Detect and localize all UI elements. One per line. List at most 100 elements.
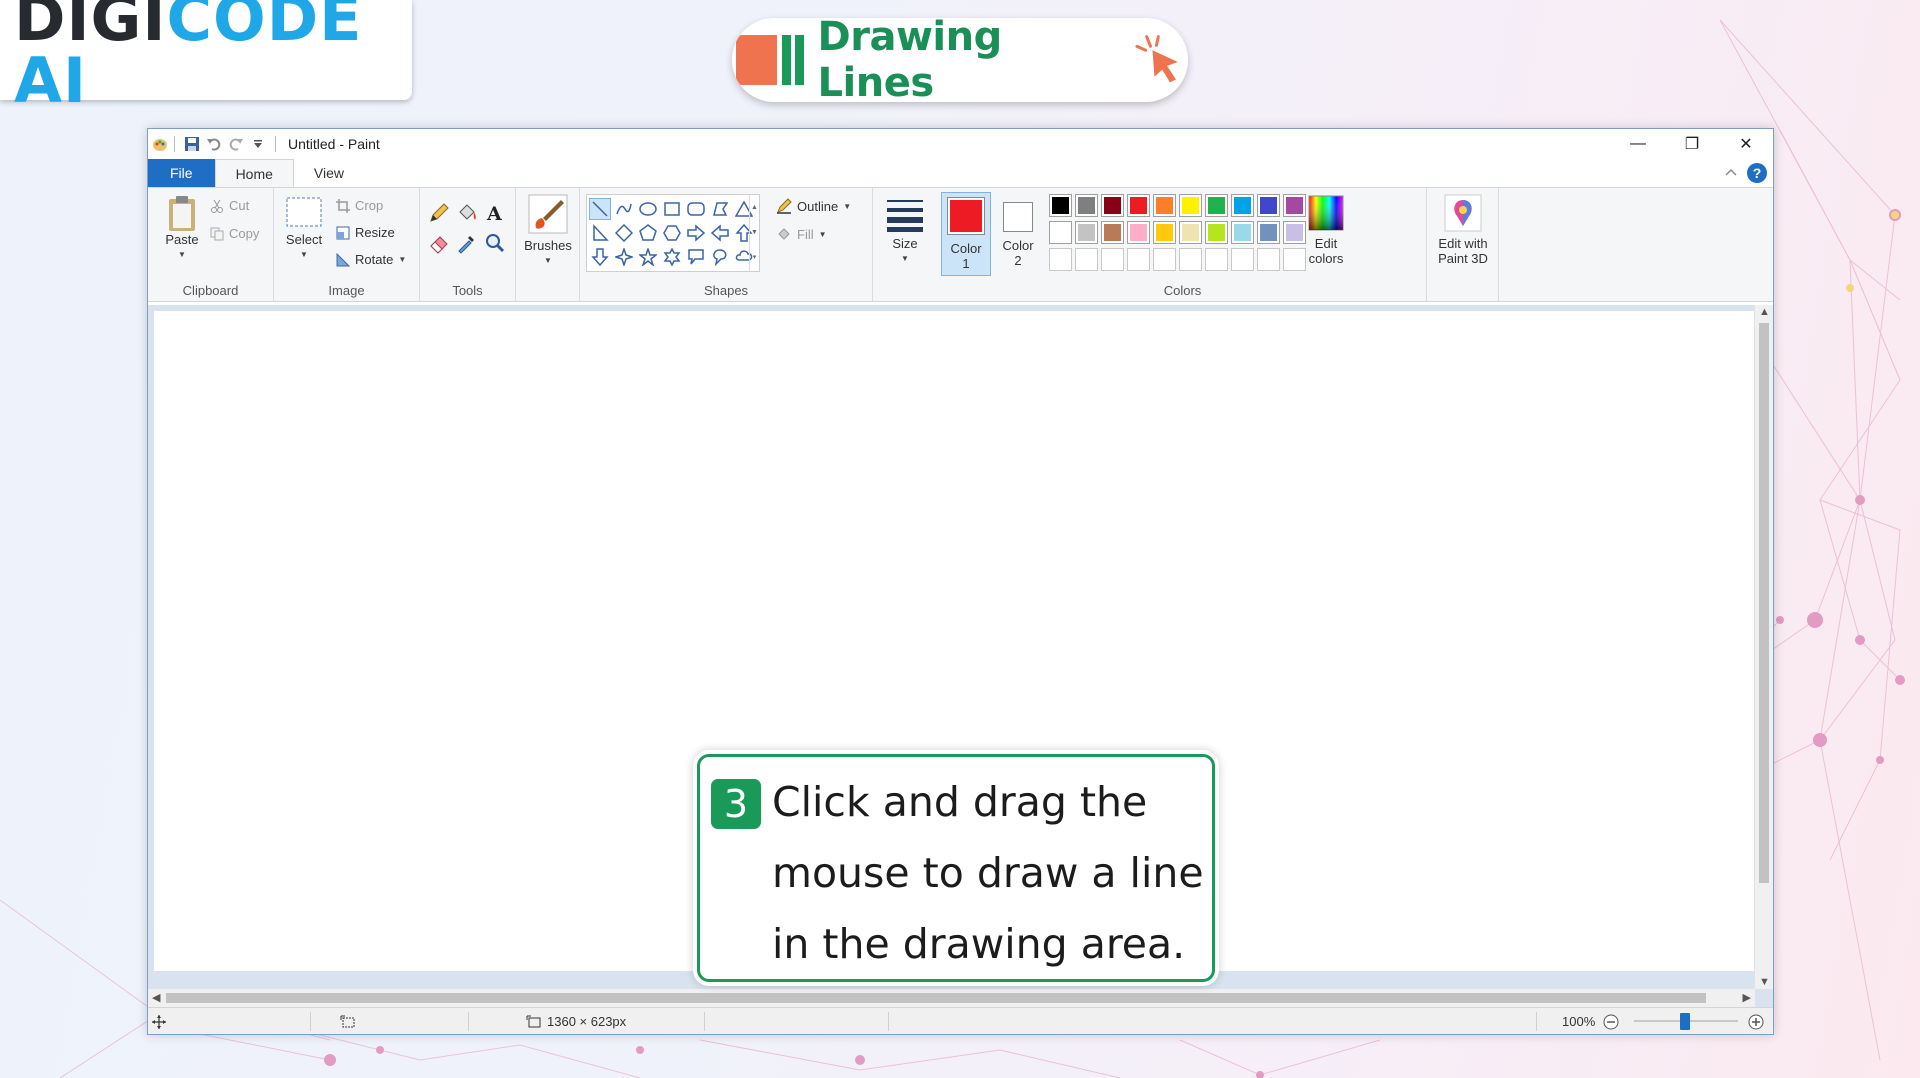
help-icon[interactable]: ? — [1747, 163, 1767, 183]
redo-icon[interactable] — [225, 134, 247, 154]
fill-bucket-icon[interactable] — [456, 202, 478, 224]
palette-color-swatch[interactable] — [1257, 248, 1280, 271]
palette-color-swatch[interactable] — [1101, 248, 1124, 271]
size-dropdown-icon[interactable]: ▼ — [901, 251, 909, 266]
palette-color-swatch[interactable] — [1049, 221, 1072, 244]
save-icon[interactable] — [181, 134, 203, 154]
palette-color-swatch[interactable] — [1205, 221, 1228, 244]
select-button[interactable]: Select ▼ — [282, 196, 326, 262]
customize-quick-access-icon[interactable] — [247, 134, 269, 154]
restore-button[interactable]: ❐ — [1665, 129, 1719, 159]
tab-home[interactable]: Home — [214, 159, 294, 187]
rectangle-shape-icon[interactable] — [661, 198, 683, 220]
magnifier-icon[interactable] — [484, 232, 506, 254]
five-point-star-shape-icon[interactable] — [637, 246, 659, 268]
palette-color-swatch[interactable] — [1205, 194, 1228, 217]
color1-button[interactable]: Color 1 — [941, 192, 991, 276]
rotate-dropdown-icon[interactable]: ▼ — [398, 255, 406, 264]
six-point-star-shape-icon[interactable] — [661, 246, 683, 268]
palette-color-swatch[interactable] — [1101, 221, 1124, 244]
color-picker-icon[interactable] — [456, 232, 478, 254]
palette-color-swatch[interactable] — [1231, 248, 1254, 271]
zoom-out-button[interactable] — [1603, 1008, 1619, 1035]
down-arrow-shape-icon[interactable] — [589, 246, 611, 268]
curve-shape-icon[interactable] — [613, 198, 635, 220]
rounded-callout-shape-icon[interactable] — [685, 246, 707, 268]
palette-color-swatch[interactable] — [1049, 248, 1072, 271]
pencil-icon[interactable] — [428, 202, 450, 224]
palette-color-swatch[interactable] — [1075, 248, 1098, 271]
palette-color-swatch[interactable] — [1153, 248, 1176, 271]
outline-dropdown-icon[interactable]: ▼ — [843, 202, 851, 211]
tab-view[interactable]: View — [294, 159, 364, 187]
text-tool-icon[interactable]: A — [484, 202, 506, 224]
rotate-button[interactable]: Rotate ▼ — [336, 252, 406, 267]
collapse-ribbon-icon[interactable] — [1725, 167, 1737, 179]
oval-shape-icon[interactable] — [637, 198, 659, 220]
palette-color-swatch[interactable] — [1075, 221, 1098, 244]
rounded-rectangle-shape-icon[interactable] — [685, 198, 707, 220]
paint-app-icon[interactable] — [152, 136, 168, 152]
brushes-button[interactable]: Brushes ▼ — [522, 194, 574, 268]
resize-button[interactable]: Resize — [336, 225, 395, 240]
hexagon-shape-icon[interactable] — [661, 222, 683, 244]
zoom-in-button[interactable] — [1748, 1008, 1764, 1035]
right-triangle-shape-icon[interactable] — [589, 222, 611, 244]
palette-color-swatch[interactable] — [1179, 221, 1202, 244]
four-point-star-shape-icon[interactable] — [613, 246, 635, 268]
vertical-scroll-thumb[interactable] — [1759, 323, 1769, 883]
palette-color-swatch[interactable] — [1049, 194, 1072, 217]
color2-button[interactable]: Color 2 — [995, 202, 1041, 268]
palette-color-swatch[interactable] — [1127, 194, 1150, 217]
palette-color-swatch[interactable] — [1153, 194, 1176, 217]
palette-color-swatch[interactable] — [1127, 248, 1150, 271]
palette-color-swatch[interactable] — [1205, 248, 1228, 271]
undo-icon[interactable] — [203, 134, 225, 154]
shapes-expand-icon[interactable]: ▾ — [750, 245, 759, 270]
right-arrow-shape-icon[interactable] — [685, 222, 707, 244]
brushes-dropdown-icon[interactable]: ▼ — [544, 253, 552, 268]
horizontal-scroll-thumb[interactable] — [166, 993, 1706, 1003]
scroll-right-icon[interactable]: ▶ — [1743, 991, 1751, 1004]
minimize-button[interactable]: — — [1611, 129, 1665, 159]
fill-dropdown-icon[interactable]: ▼ — [819, 230, 827, 239]
size-button[interactable]: Size ▼ — [881, 196, 929, 266]
crop-button[interactable]: Crop — [336, 198, 383, 213]
oval-callout-shape-icon[interactable] — [709, 246, 731, 268]
palette-color-swatch[interactable] — [1231, 194, 1254, 217]
fill-button[interactable]: Fill ▼ — [776, 226, 827, 242]
line-shape-icon[interactable] — [589, 198, 611, 220]
select-dropdown-icon[interactable]: ▼ — [300, 247, 308, 262]
horizontal-scrollbar[interactable]: ◀ ▶ — [148, 989, 1755, 1007]
scroll-down-icon[interactable]: ▼ — [1759, 976, 1770, 988]
paste-button[interactable]: Paste ▼ — [156, 194, 208, 262]
palette-color-swatch[interactable] — [1101, 194, 1124, 217]
diamond-shape-icon[interactable] — [613, 222, 635, 244]
shapes-scroll-down-icon[interactable]: ▼ — [750, 220, 759, 245]
palette-color-swatch[interactable] — [1127, 221, 1150, 244]
palette-color-swatch[interactable] — [1231, 221, 1254, 244]
scroll-up-icon[interactable]: ▲ — [1759, 306, 1770, 318]
palette-color-swatch[interactable] — [1153, 221, 1176, 244]
palette-color-swatch[interactable] — [1257, 194, 1280, 217]
polygon-shape-icon[interactable] — [709, 198, 731, 220]
outline-button[interactable]: Outline ▼ — [776, 198, 851, 214]
cut-button[interactable]: Cut — [210, 198, 249, 213]
pentagon-shape-icon[interactable] — [637, 222, 659, 244]
edit-colors-button[interactable]: Edit colors — [1301, 194, 1351, 266]
zoom-slider-thumb[interactable] — [1680, 1013, 1690, 1030]
palette-color-swatch[interactable] — [1075, 194, 1098, 217]
vertical-scrollbar[interactable]: ▲ ▼ — [1755, 305, 1773, 989]
close-button[interactable]: ✕ — [1719, 129, 1773, 159]
palette-color-swatch[interactable] — [1179, 248, 1202, 271]
shapes-scroll-up-icon[interactable]: ▲ — [750, 195, 759, 220]
scroll-left-icon[interactable]: ◀ — [152, 991, 160, 1004]
eraser-icon[interactable] — [428, 232, 450, 254]
left-arrow-shape-icon[interactable] — [709, 222, 731, 244]
paste-dropdown-icon[interactable]: ▼ — [178, 247, 186, 262]
edit-with-paint3d-button[interactable]: Edit with Paint 3D — [1429, 194, 1497, 266]
zoom-slider[interactable] — [1634, 1008, 1738, 1035]
tab-file[interactable]: File — [148, 159, 215, 187]
palette-color-swatch[interactable] — [1257, 221, 1280, 244]
copy-button[interactable]: Copy — [210, 226, 259, 241]
